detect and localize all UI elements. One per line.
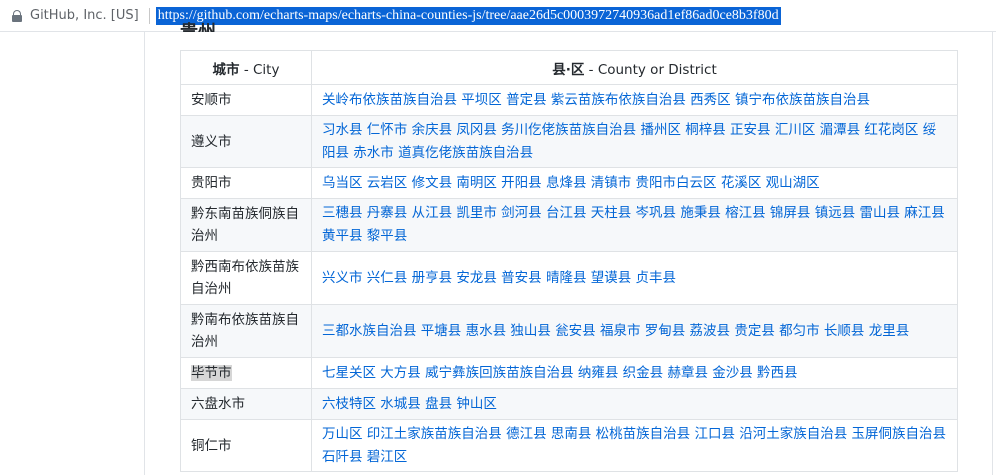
content-border-right [992, 32, 993, 475]
url-field[interactable]: https://github.com/echarts-maps/echarts-… [155, 6, 781, 25]
header-city: 城市 - City [180, 50, 312, 85]
city-cell: 安顺市 [180, 84, 312, 116]
city-cell: 遵义市 [180, 115, 312, 168]
table-row: 贵阳市 乌当区 云岩区 修文县 南明区 开阳县 息烽县 清镇市 贵阳市白云区 花… [180, 167, 958, 199]
city-cell: 毕节市 [180, 357, 312, 389]
city-cell: 黔东南苗族侗族自治州 [180, 198, 312, 252]
table-row: 六盘水市 六枝特区 水城县 盘县 钟山区 [180, 388, 958, 420]
districts-cell[interactable]: 乌当区 云岩区 修文县 南明区 开阳县 息烽县 清镇市 贵阳市白云区 花溪区 观… [311, 167, 958, 199]
districts-cell[interactable]: 三穗县 丹寨县 从江县 凯里市 剑河县 台江县 天柱县 岑巩县 施秉县 榕江县 … [311, 198, 958, 252]
table-row: 黔东南苗族侗族自治州 三穗县 丹寨县 从江县 凯里市 剑河县 台江县 天柱县 岑… [180, 198, 958, 252]
city-cell: 黔西南布依族苗族自治州 [180, 251, 312, 305]
districts-cell[interactable]: 关岭布依族苗族自治县 平坝区 普定县 紫云苗族布依族自治县 西秀区 镇宁布依族苗… [311, 84, 958, 116]
districts-cell[interactable]: 七星关区 大方县 威宁彝族回族苗族自治县 纳雍县 织金县 赫章县 金沙县 黔西县 [311, 357, 958, 389]
site-identity[interactable]: GitHub, Inc. [US] [30, 8, 139, 23]
districts-cell[interactable]: 习水县 仁怀市 余庆县 凤冈县 务川仡佬族苗族自治县 播州区 桐梓县 正安县 汇… [311, 115, 958, 168]
city-cell: 贵阳市 [180, 167, 312, 199]
city-cell: 铜仁市 [180, 419, 312, 472]
table-row: 毕节市 七星关区 大方县 威宁彝族回族苗族自治县 纳雍县 织金县 赫章县 金沙县… [180, 357, 958, 389]
table-row: 遵义市 习水县 仁怀市 余庆县 凤冈县 务川仡佬族苗族自治县 播州区 桐梓县 正… [180, 115, 958, 168]
lock-icon[interactable] [12, 9, 22, 22]
table-row: 黔西南布依族苗族自治州 兴义市 兴仁县 册亨县 安龙县 普安县 晴隆县 望谟县 … [180, 251, 958, 305]
section-heading: 贵州 [180, 16, 216, 32]
city-cell: 黔南布依族苗族自治州 [180, 304, 312, 358]
districts-cell[interactable]: 三都水族自治县 平塘县 惠水县 独山县 瓮安县 福泉市 罗甸县 荔波县 贵定县 … [311, 304, 958, 358]
districts-cell[interactable]: 六枝特区 水城县 盘县 钟山区 [311, 388, 958, 420]
districts-cell[interactable]: 兴义市 兴仁县 册亨县 安龙县 普安县 晴隆县 望谟县 贞丰县 [311, 251, 958, 305]
browser-address-bar[interactable]: GitHub, Inc. [US] https://github.com/ech… [0, 0, 996, 32]
table-row: 安顺市 关岭布依族苗族自治县 平坝区 普定县 紫云苗族布依族自治县 西秀区 镇宁… [180, 84, 958, 116]
table-header-row: 城市 - City 县·区 - County or District [180, 50, 958, 85]
highlighted-city: 毕节市 [191, 365, 232, 381]
city-cell: 六盘水市 [180, 388, 312, 420]
address-separator [148, 7, 150, 24]
counties-table: 城市 - City 县·区 - County or District 安顺市 关… [180, 50, 958, 472]
table-row: 黔南布依族苗族自治州 三都水族自治县 平塘县 惠水县 独山县 瓮安县 福泉市 罗… [180, 304, 958, 358]
districts-cell[interactable]: 万山区 印江土家族苗族自治县 德江县 思南县 松桃苗族自治县 江口县 沿河土家族… [311, 419, 958, 472]
content-border-left [144, 32, 145, 475]
header-district: 县·区 - County or District [311, 50, 958, 85]
table-row: 铜仁市 万山区 印江土家族苗族自治县 德江县 思南县 松桃苗族自治县 江口县 沿… [180, 419, 958, 472]
